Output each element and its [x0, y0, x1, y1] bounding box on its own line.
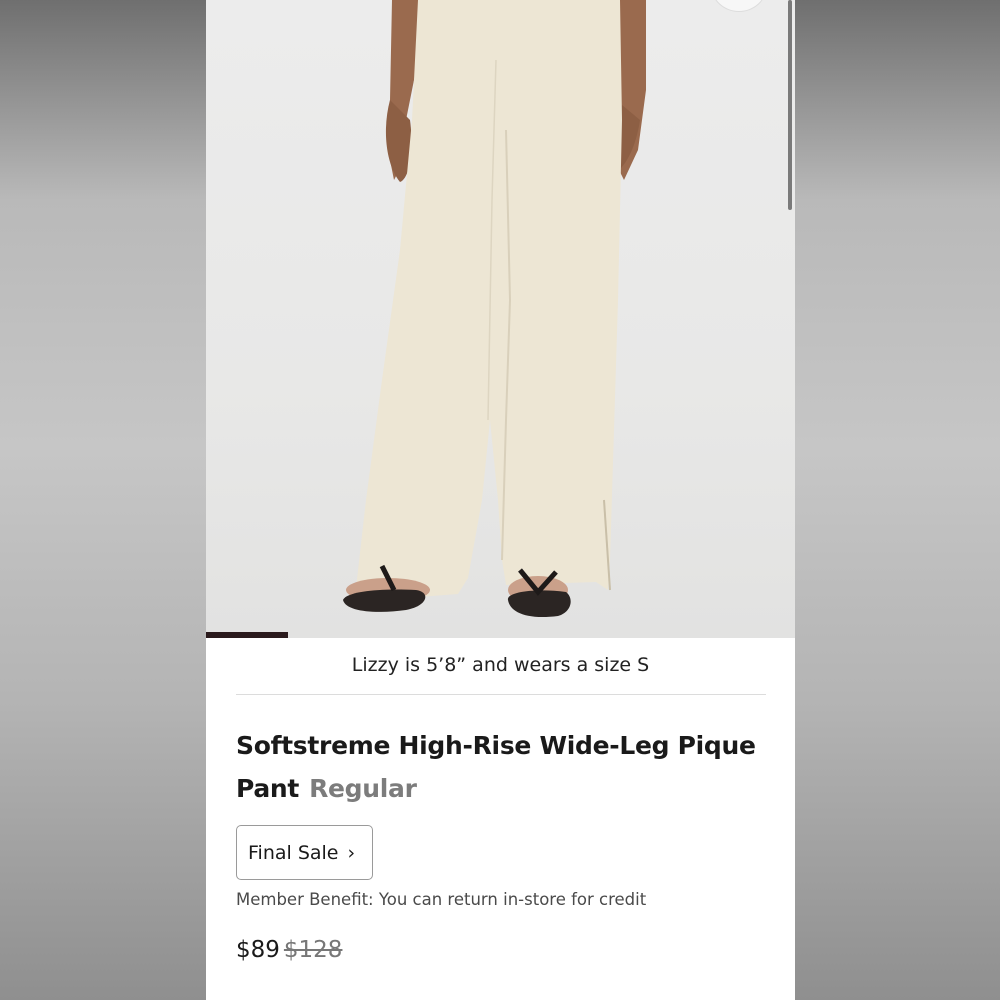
product-fit: Regular [309, 774, 417, 803]
product-title-block: Softstreme High-Rise Wide-Leg Pique Pant… [236, 724, 766, 810]
background-left [0, 0, 206, 1000]
member-benefit: Member Benefit: You can return in-store … [236, 890, 647, 909]
original-price: $128 [283, 937, 343, 963]
divider [236, 694, 766, 695]
image-progress-fill [206, 632, 289, 638]
price-block: $89 $128 [236, 937, 342, 963]
scrollbar[interactable] [788, 0, 792, 210]
final-sale-button[interactable]: Final Sale › [236, 825, 373, 880]
image-progress-track [206, 632, 795, 638]
model-illustration [343, 0, 646, 618]
background-right [795, 0, 1000, 1000]
product-image[interactable] [206, 0, 795, 638]
chevron-right-icon: › [347, 841, 356, 864]
final-sale-label: Final Sale [248, 841, 339, 864]
model-caption: Lizzy is 5’8” and wears a size S [351, 654, 650, 676]
sale-price: $89 [236, 937, 280, 963]
product-page: Lizzy is 5’8” and wears a size S Softstr… [206, 0, 795, 1000]
